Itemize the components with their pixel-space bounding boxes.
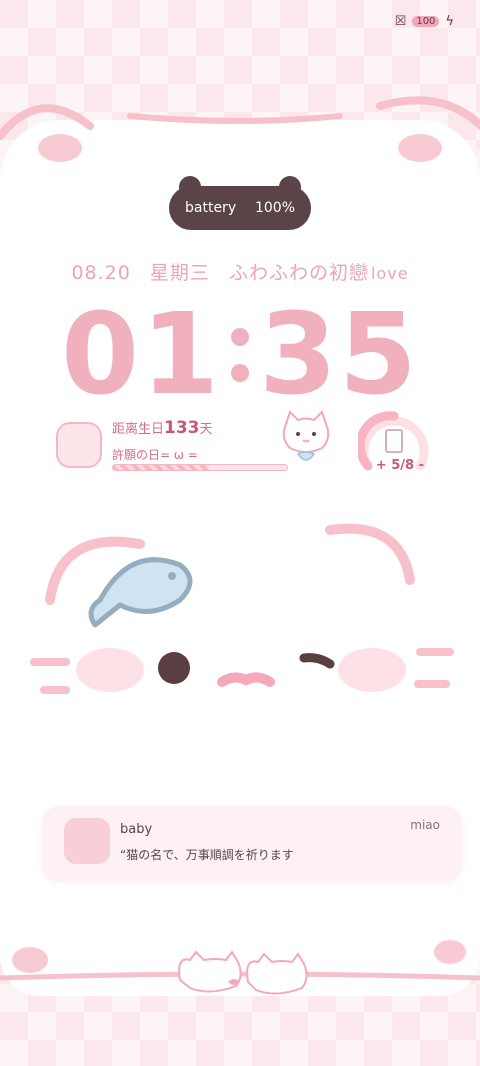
widget-row: 距离生日133天 許願の日= ω = + 5/8 - <box>56 410 430 490</box>
birthday-days: 133 <box>164 418 200 438</box>
counter-plus[interactable]: + <box>376 458 387 473</box>
cat-calendar-icon[interactable] <box>56 422 102 468</box>
phrase-text: ふわふわの初戀 <box>228 262 369 284</box>
fish-icon <box>88 557 193 628</box>
lockscreen-clock[interactable]: 01 35 <box>0 290 480 420</box>
charging-icon: ϟ <box>445 14 454 29</box>
no-sim-icon: ☒ <box>394 14 407 29</box>
birthday-prefix: 距离生日 <box>112 422 165 437</box>
battery-widget[interactable]: battery 100% <box>169 176 311 230</box>
widget-ear-right <box>279 176 301 198</box>
battery-icon: 100 <box>412 16 440 27</box>
counter-value: 5/8 <box>391 458 415 473</box>
battery-label: battery <box>185 200 237 216</box>
clock-hours: 01 <box>61 290 221 420</box>
cat-face-illustration <box>30 523 454 694</box>
counter-label: + 5/8 - <box>376 458 424 473</box>
notification-title: baby <box>120 822 153 837</box>
wish-day-text: 許願の日= ω = <box>112 448 198 462</box>
notification-app: miao <box>410 818 440 832</box>
flower-icon <box>231 328 249 346</box>
bottom-cats-illustration <box>0 940 480 995</box>
birthday-progress-fill <box>113 465 209 470</box>
notification-card[interactable]: baby “猫の名で、万事順調を祈ります miao <box>42 806 462 880</box>
status-bar: ☒ 100 ϟ <box>395 14 454 29</box>
clock-separator <box>231 328 249 382</box>
battery-value: 100% <box>254 200 295 216</box>
weekday-text: 星期三 <box>149 262 210 284</box>
clock-minutes: 35 <box>259 290 419 420</box>
love-text: love <box>370 264 409 283</box>
date-text: 08.20 <box>71 262 131 284</box>
counter-minus[interactable]: - <box>419 458 424 473</box>
date-line: 08.20 星期三 ふわふわの初戀 love <box>0 258 480 285</box>
birthday-progress <box>112 464 288 471</box>
birthday-countdown: 距离生日133天 <box>112 418 213 438</box>
widget-ear-left <box>179 176 201 198</box>
notification-body: “猫の名で、万事順調を祈ります <box>120 848 294 862</box>
cat-sticker-icon[interactable] <box>278 410 334 470</box>
flower-icon <box>231 364 249 382</box>
birthday-suffix: 天 <box>199 422 213 437</box>
cat-app-icon <box>64 818 110 864</box>
